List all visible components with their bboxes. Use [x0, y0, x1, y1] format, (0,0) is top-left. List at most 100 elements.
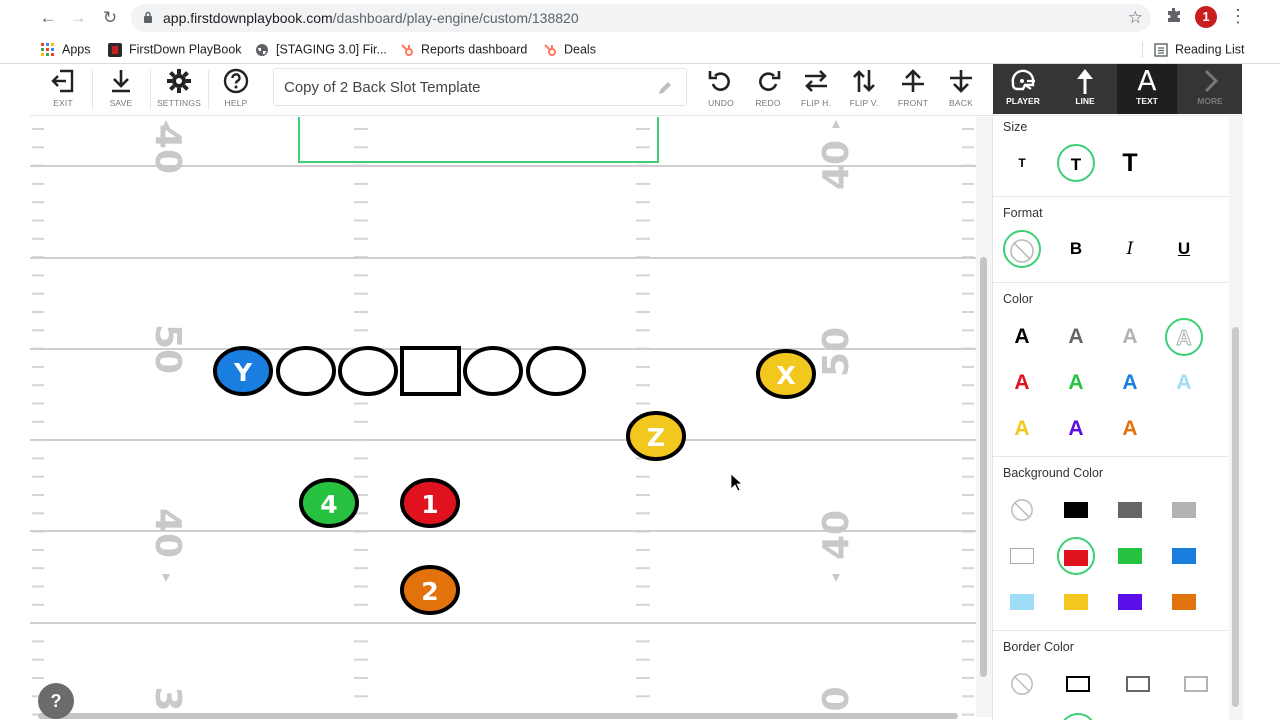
player-4[interactable]: 4 — [299, 478, 359, 528]
color-section: Color A A A A A A A A A A A — [993, 289, 1228, 457]
url-text: app.firstdownplaybook.com/dashboard/play… — [163, 10, 579, 26]
bring-front-button[interactable]: FRONT — [892, 64, 934, 116]
player-z[interactable]: Z — [626, 411, 686, 461]
line-mode-button[interactable]: LINE — [1055, 64, 1115, 114]
text-mode-button[interactable]: A TEXT — [1117, 64, 1177, 114]
color-purple-option[interactable]: A — [1057, 410, 1095, 448]
yard-number-right-40b: 40 — [816, 510, 857, 560]
flip-vertical-icon — [853, 70, 875, 92]
redo-icon — [759, 71, 781, 91]
color-white-option[interactable]: A — [1165, 318, 1203, 356]
play-title-field[interactable]: Copy of 2 Back Slot Template — [273, 68, 687, 106]
send-back-button[interactable]: BACK — [940, 64, 982, 116]
save-button[interactable]: SAVE — [100, 64, 142, 116]
help-fab-button[interactable]: ? — [38, 683, 74, 719]
color-light-blue-option[interactable]: A — [1165, 364, 1203, 402]
bookmark-staging[interactable]: [STAGING 3.0] Fir... — [255, 42, 387, 58]
apps-grid-icon — [41, 42, 54, 56]
panel-scrollbar[interactable] — [1229, 117, 1243, 720]
center-square[interactable] — [400, 346, 461, 396]
lineman-circle[interactable] — [463, 346, 523, 396]
player-1[interactable]: 1 — [400, 478, 460, 528]
background-white-swatch[interactable] — [1003, 537, 1041, 575]
selection-box[interactable] — [298, 117, 659, 163]
player-2-label: 2 — [421, 577, 438, 606]
forward-arrow-icon[interactable]: → — [67, 7, 89, 29]
player-2[interactable]: 2 — [400, 565, 460, 615]
background-purple-swatch[interactable] — [1111, 583, 1149, 621]
flip-horizontal-button[interactable]: FLIP H. — [796, 64, 836, 116]
border-black-swatch[interactable] — [1059, 665, 1097, 703]
border-light-gray-swatch[interactable] — [1177, 665, 1215, 703]
lineman-circle[interactable] — [526, 346, 586, 396]
back-arrow-icon[interactable]: ← — [37, 7, 59, 29]
yard-number-left-40: 40 — [147, 124, 188, 174]
flip-vertical-button[interactable]: FLIP V. — [844, 64, 884, 116]
background-blue-swatch[interactable] — [1165, 537, 1203, 575]
lineman-circle[interactable] — [338, 346, 398, 396]
football-field[interactable]: 40 40 50 50 40 40 3 0 Y X Z 4 1 2 — [30, 117, 976, 717]
background-black-swatch[interactable] — [1057, 491, 1095, 529]
background-red-swatch[interactable] — [1057, 537, 1095, 575]
address-bar[interactable]: app.firstdownplaybook.com/dashboard/play… — [131, 4, 1151, 32]
color-red-option[interactable]: A — [1003, 364, 1041, 402]
bookmark-star-icon[interactable]: ☆ — [1128, 8, 1143, 28]
border-color-section: Border Color — [993, 637, 1228, 720]
color-yellow-option[interactable]: A — [1003, 410, 1041, 448]
size-medium-option[interactable]: T — [1057, 144, 1095, 182]
background-light-blue-swatch[interactable] — [1003, 583, 1041, 621]
player-y[interactable]: Y — [213, 346, 273, 396]
direction-arrow — [162, 574, 170, 582]
redo-button[interactable]: REDO — [748, 64, 788, 116]
player-x[interactable]: X — [756, 349, 816, 399]
border-selected-indicator[interactable] — [1059, 713, 1097, 720]
color-blue-option[interactable]: A — [1111, 364, 1149, 402]
bookmark-apps[interactable]: Apps — [41, 42, 91, 58]
size-large-option[interactable]: T — [1111, 144, 1149, 182]
yard-number-left-40b: 40 — [147, 508, 188, 558]
settings-button[interactable]: SETTINGS — [154, 64, 204, 116]
play-field-canvas[interactable]: 40 40 50 50 40 40 3 0 Y X Z 4 1 2 — [30, 117, 976, 717]
field-vertical-scrollbar[interactable] — [976, 117, 992, 717]
background-none-option[interactable] — [1003, 491, 1041, 529]
reading-list-button[interactable]: Reading List — [1154, 42, 1245, 58]
player-y-label: Y — [233, 358, 253, 387]
bookmark-firstdown-playbook[interactable]: FirstDown PlayBook — [108, 42, 242, 58]
reload-icon[interactable]: ↻ — [99, 7, 121, 29]
bookmark-deals[interactable]: Deals — [543, 42, 596, 58]
color-orange-option[interactable]: A — [1111, 410, 1149, 448]
browser-menu-icon[interactable]: ⋮ — [1229, 6, 1247, 27]
color-dark-gray-option[interactable]: A — [1057, 318, 1095, 356]
format-italic-option[interactable]: I — [1111, 230, 1149, 268]
color-light-gray-option[interactable]: A — [1111, 318, 1149, 356]
format-none-option[interactable] — [1003, 230, 1041, 268]
background-green-swatch[interactable] — [1111, 537, 1149, 575]
lineman-circle[interactable] — [276, 346, 336, 396]
format-bold-option[interactable]: B — [1057, 230, 1095, 268]
field-horizontal-scrollbar[interactable] — [30, 710, 976, 720]
border-dark-gray-swatch[interactable] — [1119, 665, 1157, 703]
color-black-option[interactable]: A — [1003, 318, 1041, 356]
undo-icon — [708, 71, 730, 91]
size-small-option[interactable]: T — [1003, 144, 1041, 182]
format-underline-option[interactable]: U — [1165, 230, 1203, 268]
more-button[interactable]: MORE — [1180, 64, 1240, 114]
player-mode-button[interactable]: PLAYER — [993, 64, 1053, 114]
direction-arrow — [832, 120, 840, 128]
help-button[interactable]: HELP — [216, 64, 256, 116]
pencil-icon[interactable] — [656, 79, 674, 97]
hubspot-icon — [544, 43, 556, 56]
yard-number-right-0: 0 — [816, 686, 857, 711]
extensions-puzzle-icon[interactable] — [1166, 7, 1182, 28]
background-dark-gray-swatch[interactable] — [1111, 491, 1149, 529]
background-yellow-swatch[interactable] — [1057, 583, 1095, 621]
direction-arrow — [832, 574, 840, 582]
border-none-option[interactable] — [1003, 665, 1041, 703]
bookmark-reports-dashboard[interactable]: Reports dashboard — [400, 42, 527, 58]
undo-button[interactable]: UNDO — [701, 64, 741, 116]
profile-avatar[interactable]: 1 — [1195, 6, 1217, 28]
background-orange-swatch[interactable] — [1165, 583, 1203, 621]
exit-button[interactable]: EXIT — [42, 64, 84, 116]
color-green-option[interactable]: A — [1057, 364, 1095, 402]
background-light-gray-swatch[interactable] — [1165, 491, 1203, 529]
